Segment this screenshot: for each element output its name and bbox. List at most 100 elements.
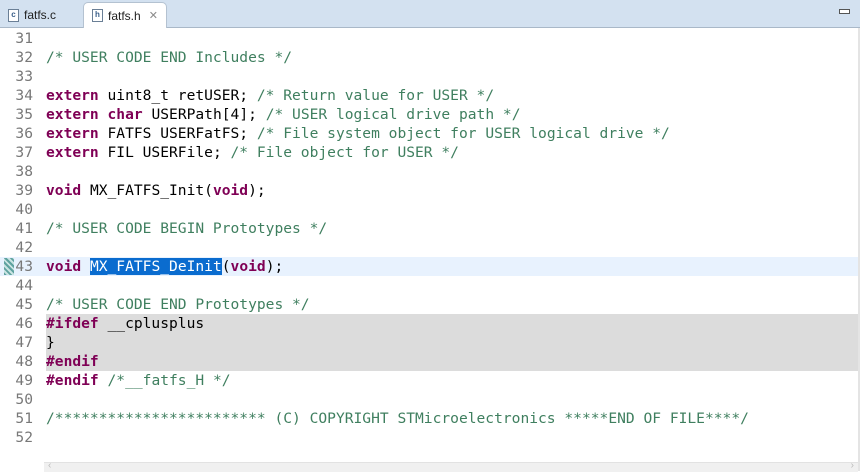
line-number: 44 <box>15 277 33 294</box>
code-line[interactable]: 37 extern FIL USERFile; /* File object fo… <box>0 143 858 162</box>
code-text: /* USER CODE END Prototypes */ <box>46 295 310 314</box>
code-text: extern uint8_t retUSER; /* Return value … <box>46 86 494 105</box>
comment-token: /*__fatfs_H */ <box>107 372 231 389</box>
comment-token: /* File system object for USER logical d… <box>256 125 670 142</box>
code-line[interactable]: 35 extern char USERPath[4]; /* USER logic… <box>0 105 858 124</box>
line-number: 40 <box>15 201 33 218</box>
code-text: #endif /*__fatfs_H */ <box>46 371 231 390</box>
code-text: void MX_FATFS_DeInit(void); <box>46 257 283 276</box>
comment-token: /************************ (C) COPYRIGHT … <box>46 410 749 427</box>
keyword-token: extern <box>46 144 99 161</box>
code-text: /************************ (C) COPYRIGHT … <box>46 409 749 428</box>
code-text: void MX_FATFS_Init(void); <box>46 181 266 200</box>
comment-token: /* USER CODE END Includes */ <box>46 49 293 66</box>
line-number: 35 <box>15 106 33 123</box>
code-token: __cplusplus <box>98 315 205 332</box>
scroll-left-icon[interactable]: ‹ <box>48 460 51 471</box>
tab-label: fatfs.c <box>24 8 57 22</box>
editor-tab-bar: c fatfs.c h fatfs.h ✕ <box>0 0 860 28</box>
code-token: FATFS USERFatFS; <box>98 125 257 142</box>
code-line[interactable]: 42 <box>0 238 858 257</box>
line-number: 38 <box>15 163 33 180</box>
scroll-right-icon[interactable]: › <box>851 460 854 471</box>
line-number: 48 <box>15 353 33 370</box>
code-text: /* USER CODE BEGIN Prototypes */ <box>46 219 327 238</box>
code-line[interactable]: 47} <box>0 333 858 352</box>
comment-token: /* USER CODE BEGIN Prototypes */ <box>46 220 328 237</box>
line-number: 34 <box>15 87 33 104</box>
code-line[interactable]: 52 <box>0 428 858 447</box>
line-number: 51 <box>15 410 33 427</box>
comment-token: /* USER CODE END Prototypes */ <box>46 296 310 313</box>
line-number: 36 <box>15 125 33 142</box>
code-token: uint8_t retUSER; <box>98 87 257 104</box>
tab-fatfs-h[interactable]: h fatfs.h ✕ <box>83 2 167 28</box>
comment-token: /* Return value for USER */ <box>256 87 495 104</box>
code-text: extern FIL USERFile; /* File object for … <box>46 143 459 162</box>
code-line[interactable]: 43 void MX_FATFS_DeInit(void); <box>0 257 858 276</box>
code-editor[interactable]: 31 32 /* USER CODE END Includes */ 33 34 exte… <box>0 28 860 471</box>
line-number: 52 <box>15 429 33 446</box>
tab-fatfs-c[interactable]: c fatfs.c <box>0 3 56 27</box>
comment-token: /* File object for USER */ <box>230 144 459 161</box>
code-line[interactable]: 39 void MX_FATFS_Init(void); <box>0 181 858 200</box>
close-icon[interactable]: ✕ <box>149 9 158 22</box>
code-line[interactable]: 36 extern FATFS USERFatFS; /* File system… <box>0 124 858 143</box>
code-token: FIL USERFile; <box>98 144 231 161</box>
keyword-token: char <box>107 106 143 123</box>
code-line[interactable]: 46 #ifdef __cplusplus <box>0 314 858 333</box>
code-line[interactable]: 49 #endif /*__fatfs_H */ <box>0 371 858 390</box>
comment-token: /* USER logical drive path */ <box>265 106 521 123</box>
code-line[interactable]: 41 /* USER CODE BEGIN Prototypes */ <box>0 219 858 238</box>
code-token: MX_FATFS_Init( <box>81 182 213 199</box>
code-text: extern FATFS USERFatFS; /* File system o… <box>46 124 670 143</box>
code-line[interactable]: 38 <box>0 162 858 181</box>
line-number: 37 <box>15 144 33 161</box>
code-token: ); <box>248 182 266 199</box>
code-token: USERPath[4]; <box>142 106 266 123</box>
line-number: 46 <box>15 315 33 332</box>
code-line[interactable]: 40 <box>0 200 858 219</box>
line-number: 32 <box>15 49 33 66</box>
line-number: 49 <box>15 372 33 389</box>
code-text: } <box>46 333 55 352</box>
code-line[interactable]: 32 /* USER CODE END Includes */ <box>0 48 858 67</box>
line-number: 47 <box>15 334 33 351</box>
line-number: 50 <box>15 391 33 408</box>
line-number: 42 <box>15 239 33 256</box>
line-number: 43 <box>15 258 33 275</box>
code-line[interactable]: 44 <box>0 276 858 295</box>
code-text: /* USER CODE END Includes */ <box>46 48 292 67</box>
keyword-token: void <box>230 258 266 275</box>
code-text: extern char USERPath[4]; /* USER logical… <box>46 105 521 124</box>
minimize-button[interactable] <box>839 9 850 14</box>
line-number: 33 <box>15 68 33 85</box>
c-file-icon: c <box>8 8 19 22</box>
code-line[interactable]: 51 /************************ (C) COPYRIGH… <box>0 409 858 428</box>
line-number: 31 <box>15 30 33 47</box>
code-line[interactable]: 50 <box>0 390 858 409</box>
code-line[interactable]: 31 <box>0 29 858 48</box>
h-file-icon: h <box>92 9 103 22</box>
keyword-token: #ifdef <box>46 315 99 332</box>
code-text: #ifdef __cplusplus <box>46 314 204 333</box>
keyword-token: extern <box>46 87 99 104</box>
code-line[interactable]: 48 #endif <box>0 352 858 371</box>
code-text: #endif <box>46 352 99 371</box>
code-token: ); <box>265 258 284 275</box>
keyword-token: #endif <box>46 353 99 370</box>
keyword-token: void <box>212 182 249 199</box>
tab-label: fatfs.h <box>108 8 141 23</box>
code-line[interactable]: 34 extern uint8_t retUSER; /* Return valu… <box>0 86 858 105</box>
line-number: 45 <box>15 296 33 313</box>
line-number: 41 <box>15 220 33 237</box>
keyword-token: void <box>46 258 82 275</box>
code-line[interactable]: 45 /* USER CODE END Prototypes */ <box>0 295 858 314</box>
code-line[interactable]: 33 <box>0 67 858 86</box>
keyword-token: extern <box>46 106 99 123</box>
selected-text: MX_FATFS_DeInit <box>89 258 222 275</box>
line-number: 39 <box>15 182 33 199</box>
